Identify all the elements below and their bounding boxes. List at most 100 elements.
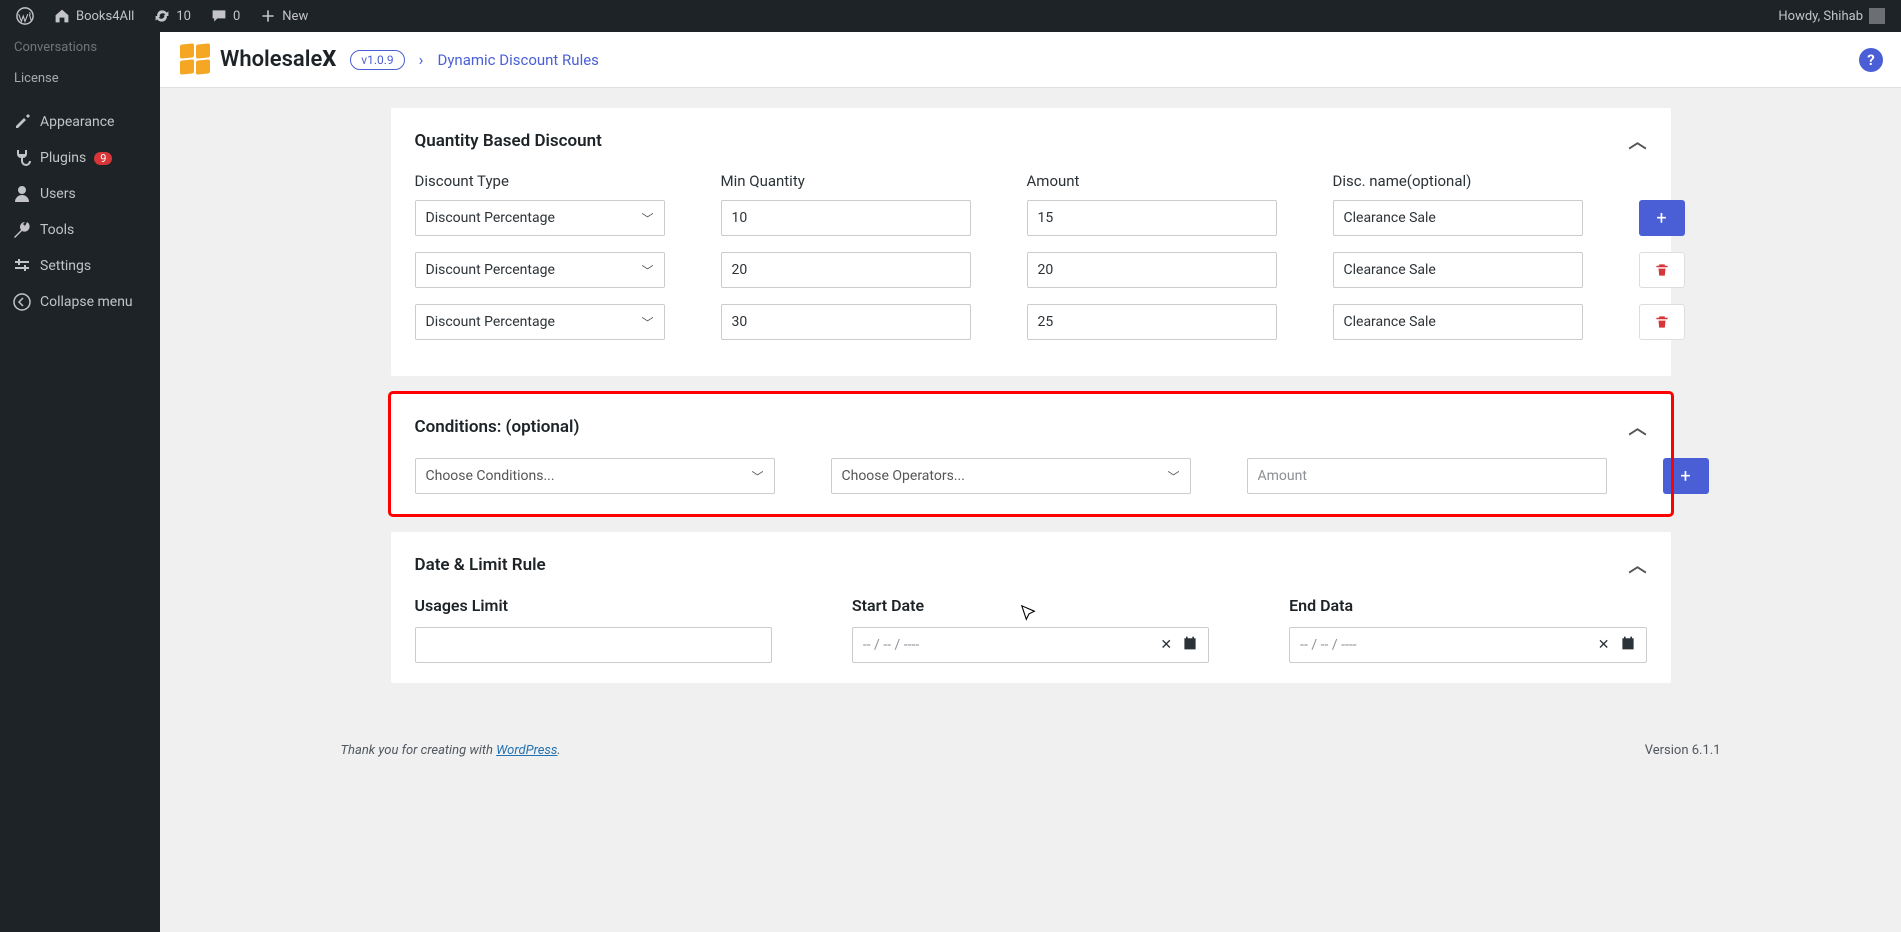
min-quantity-input[interactable] (721, 304, 971, 340)
start-date-input[interactable]: -- / -- / ---- ✕ (852, 627, 1209, 663)
wrench-icon (12, 220, 32, 240)
usages-limit-input[interactable] (415, 627, 772, 663)
delete-tier-button[interactable] (1639, 252, 1685, 288)
version-pill: v1.0.9 (350, 50, 404, 70)
plugins-label: Plugins (40, 150, 86, 166)
sidebar-item-appearance[interactable]: Appearance (0, 104, 160, 140)
clear-date-icon[interactable]: ✕ (1598, 637, 1610, 653)
add-condition-button[interactable]: + (1663, 458, 1709, 494)
condition-amount-input[interactable] (1247, 458, 1607, 494)
new-link[interactable]: New (252, 0, 316, 32)
wp-logo[interactable] (8, 0, 42, 32)
min-quantity-input[interactable] (721, 200, 971, 236)
clear-date-icon[interactable]: ✕ (1160, 637, 1172, 653)
min-quantity-input[interactable] (721, 252, 971, 288)
brand-text-1: Wholesale (220, 47, 322, 72)
conditions-title: Conditions: (optional) (415, 417, 580, 437)
col-min-quantity: Min Quantity (721, 172, 971, 190)
comments-link[interactable]: 0 (203, 0, 248, 32)
collapse-caret-icon[interactable]: ︿ (1629, 414, 1647, 440)
users-label: Users (40, 186, 76, 202)
calendar-icon[interactable] (1620, 635, 1636, 655)
tier-row: Discount Percentage﹀ (415, 252, 1647, 288)
chevron-down-icon: ﹀ (1167, 468, 1179, 485)
sliders-icon (12, 256, 32, 276)
amount-input[interactable] (1027, 304, 1277, 340)
amount-input[interactable] (1027, 252, 1277, 288)
sidebar-item-settings[interactable]: Settings (0, 248, 160, 284)
end-date-input[interactable]: -- / -- / ---- ✕ (1289, 627, 1646, 663)
footer-thanks: Thank you for creating with (341, 743, 497, 758)
sidebar-item-collapse[interactable]: Collapse menu (0, 284, 160, 320)
tier-row: Discount Percentage﹀ (415, 304, 1647, 340)
howdy-link[interactable]: Howdy, Shihab (1770, 0, 1893, 32)
appearance-label: Appearance (40, 114, 114, 130)
plugin-topbar: WholesaleX v1.0.9 › Dynamic Discount Rul… (160, 32, 1901, 88)
collapse-caret-icon[interactable]: ︿ (1629, 128, 1647, 154)
quantity-discount-panel: Quantity Based Discount ︿ Discount Type … (391, 108, 1671, 376)
sidebar-item-plugins[interactable]: Plugins 9 (0, 140, 160, 176)
users-icon (12, 184, 32, 204)
delete-tier-button[interactable] (1639, 304, 1685, 340)
usages-limit-label: Usages Limit (415, 596, 772, 615)
end-date-label: End Data (1289, 596, 1646, 615)
col-disc-name: Disc. name(optional) (1333, 172, 1583, 190)
conversations-label: Conversations (14, 40, 97, 55)
discount-type-value: Discount Percentage (426, 314, 642, 330)
disc-name-input[interactable] (1333, 200, 1583, 236)
admin-footer: Thank you for creating with WordPress. V… (331, 743, 1731, 778)
calendar-icon[interactable] (1182, 635, 1198, 655)
disc-name-input[interactable] (1333, 252, 1583, 288)
discount-type-select[interactable]: Discount Percentage﹀ (415, 252, 665, 288)
help-icon[interactable]: ? (1859, 48, 1883, 72)
wordpress-link[interactable]: WordPress (496, 743, 557, 758)
discount-type-select[interactable]: Discount Percentage﹀ (415, 200, 665, 236)
updates-count: 10 (176, 9, 191, 24)
collapse-caret-icon[interactable]: ︿ (1629, 552, 1647, 578)
plug-icon (12, 148, 32, 168)
collapse-icon (12, 292, 32, 312)
brush-icon (12, 112, 32, 132)
avatar (1869, 8, 1885, 24)
chevron-right-icon: › (419, 50, 424, 69)
conditions-panel: Conditions: (optional) ︿ Choose Conditio… (391, 394, 1671, 514)
wp-admin-bar: Books4All 10 0 New Howdy, Shihab (0, 0, 1901, 32)
logo-icon (178, 42, 214, 78)
discount-type-value: Discount Percentage (426, 210, 642, 226)
discount-type-select[interactable]: Discount Percentage﹀ (415, 304, 665, 340)
amount-input[interactable] (1027, 200, 1277, 236)
sidebar-item-users[interactable]: Users (0, 176, 160, 212)
chevron-down-icon: ﹀ (751, 468, 763, 485)
plugins-badge: 9 (94, 152, 112, 165)
tier-row: Discount Percentage﹀ + (415, 200, 1647, 236)
chevron-down-icon: ﹀ (641, 210, 653, 227)
disc-name-input[interactable] (1333, 304, 1583, 340)
add-tier-button[interactable]: + (1639, 200, 1685, 236)
brand-text-2: X (322, 47, 336, 72)
discount-type-value: Discount Percentage (426, 262, 642, 278)
site-name: Books4All (76, 9, 134, 24)
license-label: License (14, 71, 59, 86)
admin-sidebar: Conversations License Appearance Plugins… (0, 32, 160, 932)
site-name-link[interactable]: Books4All (46, 0, 142, 32)
conditions-select[interactable]: Choose Conditions...﹀ (415, 458, 775, 494)
new-label: New (282, 9, 308, 24)
tools-label: Tools (40, 222, 74, 238)
chevron-down-icon: ﹀ (641, 262, 653, 279)
collapse-label: Collapse menu (40, 294, 133, 310)
start-date-label: Start Date (852, 596, 1209, 615)
col-amount: Amount (1027, 172, 1277, 190)
breadcrumb-current[interactable]: Dynamic Discount Rules (437, 51, 598, 69)
wholesalex-logo[interactable]: WholesaleX (178, 42, 336, 78)
howdy-text: Howdy, Shihab (1778, 9, 1863, 24)
qty-panel-title: Quantity Based Discount (415, 131, 602, 151)
updates-link[interactable]: 10 (146, 0, 199, 32)
sidebar-item-license[interactable]: License (0, 63, 160, 94)
sidebar-item-conversations[interactable]: Conversations (0, 32, 160, 63)
wp-version: Version 6.1.1 (1645, 743, 1721, 758)
sidebar-item-tools[interactable]: Tools (0, 212, 160, 248)
date-placeholder: -- / -- / ---- (863, 637, 919, 653)
date-limit-panel: Date & Limit Rule ︿ Usages Limit Start D… (391, 532, 1671, 683)
operators-select[interactable]: Choose Operators...﹀ (831, 458, 1191, 494)
col-discount-type: Discount Type (415, 172, 665, 190)
